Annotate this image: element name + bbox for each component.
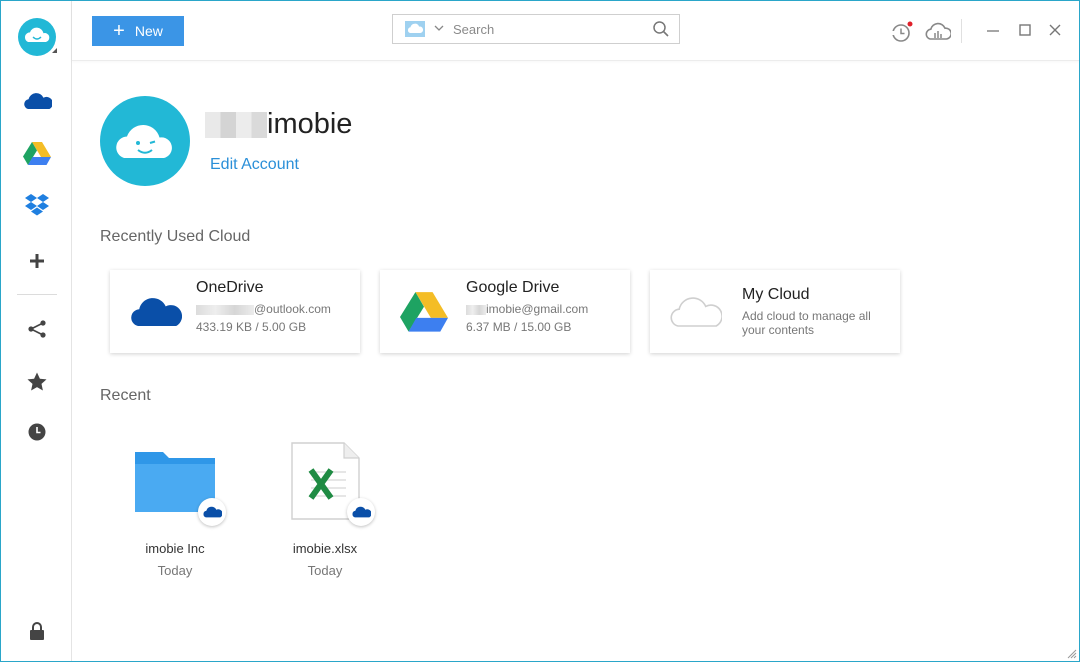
redacted-username [205,112,267,138]
app-window: + New Search imobie Edit Account Recentl… [0,0,1080,662]
recently-used-cloud-title: Recently Used Cloud [100,228,251,245]
onedrive-badge-icon [198,498,226,526]
cloud-card-google-drive[interactable]: Google Drive imobie@gmail.com 6.37 MB / … [380,270,630,353]
avatar[interactable] [100,96,190,186]
redacted-email [466,304,486,315]
cloud-card-my-cloud[interactable]: My Cloud Add cloud to manage all your co… [650,270,900,353]
new-button-label: New [134,23,163,39]
clock-icon [28,423,46,441]
google-drive-icon [400,292,448,332]
sidebar-item-share[interactable] [17,313,57,345]
cloud-description: Add cloud to manage all your contents [742,309,871,337]
search-input[interactable] [453,19,643,39]
app-logo-icon[interactable] [17,17,57,57]
file-name: imobie.xlsx [292,541,358,556]
sidebar-item-google-drive[interactable] [17,137,57,169]
recent-title: Recent [100,387,151,404]
sidebar-item-add-cloud[interactable] [17,245,57,277]
recent-item-folder[interactable]: imobie Inc Today [110,440,240,590]
main-content: imobie Edit Account Recently Used Cloud … [72,62,1079,661]
top-bar: + New [72,1,1079,61]
cloud-name: My Cloud [742,286,810,303]
onedrive-icon [24,93,52,109]
cloud-name: Google Drive [466,279,560,296]
sidebar-item-lock[interactable] [17,615,57,647]
cloud-usage: 6.37 MB / 15.00 GB [466,320,572,334]
cloud-selector-icon[interactable] [405,21,425,37]
onedrive-badge-icon [347,498,375,526]
sidebar-item-recent[interactable] [17,416,57,448]
chevron-down-icon[interactable] [433,22,445,34]
lock-icon [30,622,44,640]
share-icon [28,320,46,338]
file-date: Today [157,563,193,578]
redacted-email [196,304,254,315]
file-name: imobie Inc [145,541,205,556]
dropbox-icon [25,194,49,216]
account-name: imobie [267,108,353,140]
plus-icon: + [113,20,125,42]
cloud-email: imobie@gmail.com [466,302,588,316]
cloud-mascot-icon [116,124,172,158]
toolbar-separator [961,19,962,43]
minimize-icon[interactable] [986,23,1000,37]
resize-grip-icon[interactable] [1067,649,1077,659]
cloud-email-suffix: imobie@gmail.com [486,302,589,316]
onedrive-icon [131,298,182,326]
sidebar-item-onedrive[interactable] [17,85,57,117]
sidebar-item-dropbox[interactable] [17,189,57,221]
cloud-email-suffix: @outlook.com [254,302,331,316]
cloud-usage: 433.19 KB / 5.00 GB [196,320,307,334]
sidebar-item-favorites[interactable] [17,365,57,397]
plus-icon [30,254,44,268]
google-drive-icon [23,142,51,165]
cloud-card-onedrive[interactable]: OneDrive @outlook.com 433.19 KB / 5.00 G… [110,270,360,353]
cloud-sync-icon[interactable] [925,21,951,43]
maximize-icon[interactable] [1018,23,1032,37]
file-date: Today [307,563,343,578]
sidebar [1,1,72,661]
search-icon[interactable] [653,21,669,37]
close-icon[interactable] [1048,23,1062,37]
star-icon [27,372,47,390]
cloud-outline-icon [670,297,722,327]
cloud-name: OneDrive [196,279,264,296]
search-box[interactable] [392,14,680,44]
cloud-email: @outlook.com [196,302,331,316]
recent-item-excel[interactable]: imobie.xlsx Today [260,440,390,590]
task-history-icon[interactable] [890,21,914,43]
new-button[interactable]: + New [92,16,184,46]
sidebar-divider [17,294,57,295]
edit-account-link[interactable]: Edit Account [210,156,299,174]
